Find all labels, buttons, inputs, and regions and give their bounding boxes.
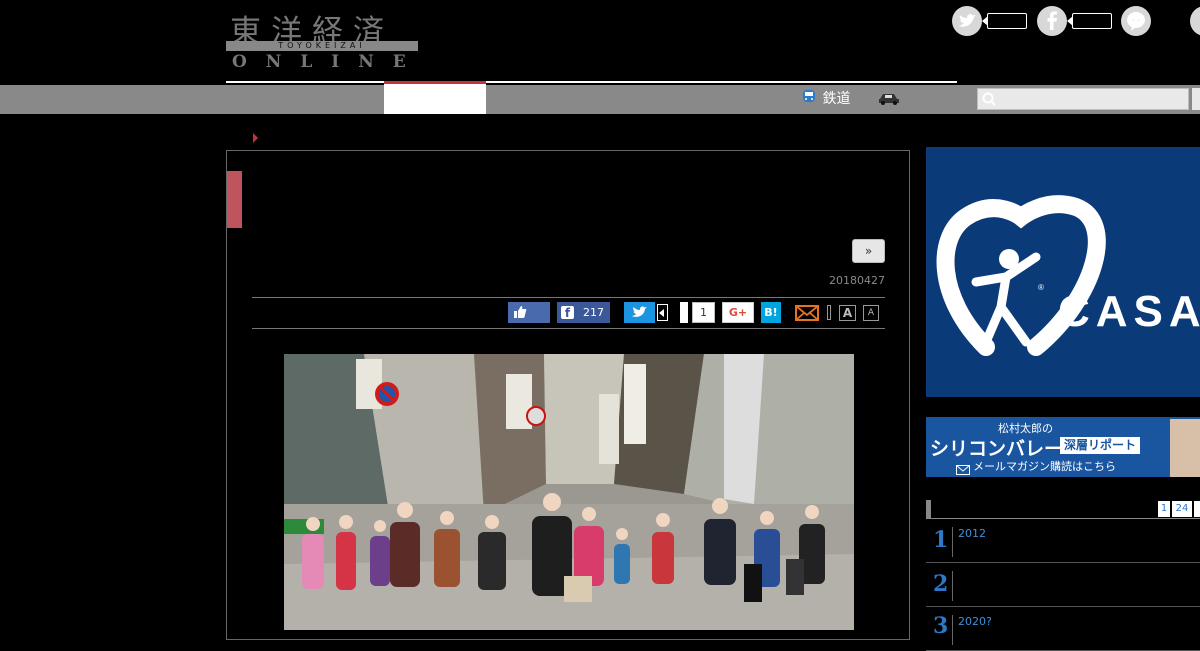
facebook-share-button[interactable]: f 217 xyxy=(557,302,610,323)
ranking-divider xyxy=(952,615,953,645)
thumbs-up-icon xyxy=(513,305,527,326)
nav-item-car[interactable] xyxy=(877,86,903,113)
twitter-bird-icon xyxy=(632,305,648,326)
twitter-count-box xyxy=(987,13,1027,29)
nav-item-label: 鉄道 xyxy=(822,91,851,107)
ranking-number: 3 xyxy=(933,613,949,639)
google-plus-button[interactable]: G+ xyxy=(722,302,754,323)
car-icon xyxy=(877,89,901,105)
banner-line3: メールマガジン購読はこちら xyxy=(973,460,1116,473)
ranking-text: 2012 xyxy=(958,527,986,540)
ranking-divider xyxy=(952,527,953,557)
next-page-button[interactable]: » xyxy=(852,239,885,263)
ranking-tab-more[interactable] xyxy=(1194,501,1200,517)
ranking-tab-24[interactable]: 24 xyxy=(1172,501,1192,517)
ranking-number: 2 xyxy=(933,571,949,597)
ad-brand-text: CASA xyxy=(1058,287,1200,336)
article-date: 20180427 xyxy=(829,274,885,287)
nav-top-rule xyxy=(226,81,957,83)
font-size-small-button[interactable]: A xyxy=(863,305,879,321)
ranking-number: 1 xyxy=(933,527,949,553)
banner-tag: 深層リポート xyxy=(1060,437,1141,454)
ranking-item[interactable]: 2 xyxy=(926,563,1200,607)
banner-line2: シリコンバレー xyxy=(930,438,1064,460)
article-title-marker xyxy=(227,171,242,228)
article-photo xyxy=(284,354,854,630)
facebook-icon: f xyxy=(561,306,574,320)
facebook-count-box xyxy=(1072,13,1112,29)
facebook-icon[interactable] xyxy=(1037,6,1067,36)
search-button[interactable] xyxy=(1192,88,1200,110)
share-icon[interactable] xyxy=(1190,6,1200,36)
hatena-bookmark-button[interactable]: B! xyxy=(761,302,781,323)
train-icon xyxy=(800,88,818,104)
ranking-header-marker xyxy=(926,500,931,518)
breadcrumb-arrow xyxy=(253,133,258,143)
facebook-share-count: 217 xyxy=(583,306,604,319)
ranking-item[interactable]: 1 2012 xyxy=(926,519,1200,563)
pocket-button[interactable] xyxy=(680,302,688,323)
print-button[interactable] xyxy=(827,305,831,320)
nav-item-train[interactable]: 鉄道 xyxy=(800,86,850,113)
twitter-icon[interactable] xyxy=(952,6,982,36)
divider-bottom xyxy=(252,328,885,329)
advertisement-casa[interactable]: ® CASA xyxy=(926,147,1200,397)
facebook-like-button[interactable] xyxy=(508,302,550,323)
twitter-count-pointer xyxy=(659,309,664,317)
site-logo-romaji: TOYOKEIZAI xyxy=(226,41,418,51)
ranking-text: 2020? xyxy=(958,615,992,628)
svg-text:®: ® xyxy=(1038,283,1044,292)
font-size-large-button[interactable]: A xyxy=(839,305,856,321)
ranking-divider xyxy=(952,571,953,601)
envelope-icon xyxy=(956,460,970,477)
divider-top xyxy=(252,297,885,298)
messenger-icon[interactable] xyxy=(1121,6,1151,36)
ranking-header: 1 24 xyxy=(926,500,1200,519)
ranking-item[interactable]: 3 2020? xyxy=(926,607,1200,651)
newsletter-banner[interactable]: 松村太郎の シリコンバレー 深層リポート メールマガジン購読はこちら xyxy=(926,417,1200,477)
nav-tab-active[interactable] xyxy=(384,81,486,114)
author-photo xyxy=(1170,419,1200,477)
search-icon xyxy=(981,91,997,111)
twitter-share-button[interactable] xyxy=(624,302,655,323)
site-logo-online: ONLINE xyxy=(232,52,425,72)
search-input[interactable] xyxy=(977,88,1189,110)
mail-icon[interactable] xyxy=(795,305,819,325)
ranking-tab-1[interactable]: 1 xyxy=(1158,501,1170,517)
pocket-count: 1 xyxy=(692,302,715,323)
